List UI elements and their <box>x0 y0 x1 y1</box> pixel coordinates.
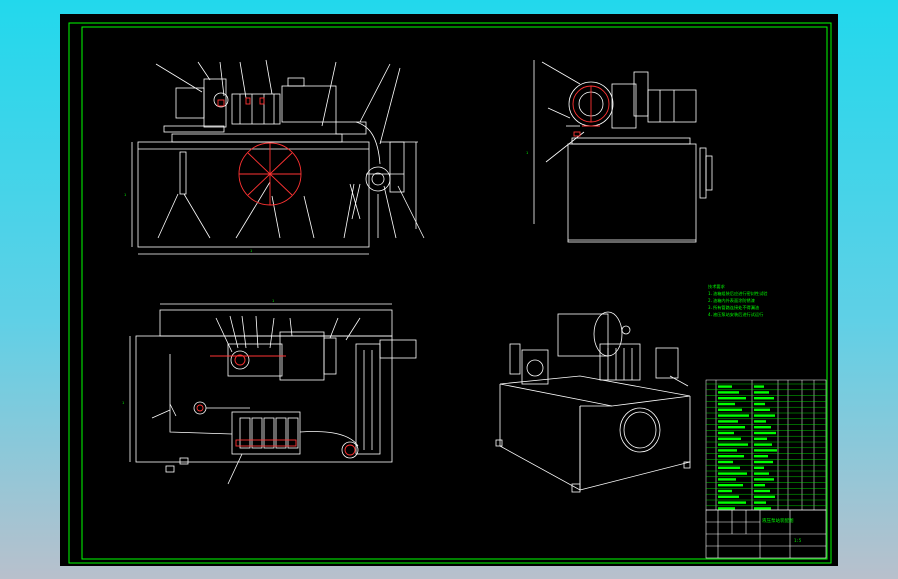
parts-list-entry <box>718 449 737 452</box>
parts-list-entry <box>754 501 766 504</box>
side-view <box>533 60 713 243</box>
parts-list-entry <box>718 495 739 498</box>
top-width-dim: 1 <box>272 299 274 303</box>
parts-list-entry <box>754 437 767 440</box>
side-height-dim: 1 <box>526 151 528 155</box>
parts-list-entry <box>718 437 741 440</box>
parts-list-entry <box>754 420 766 423</box>
parts-list-entry <box>754 489 770 493</box>
tech-note-4: 4.液压泵站安装后进行试运行 <box>708 311 763 318</box>
parts-list-entry <box>718 472 747 475</box>
parts-list-entry <box>754 466 764 469</box>
parts-list-entry <box>754 472 769 475</box>
parts-list-entry <box>754 495 775 498</box>
parts-list-entry <box>754 460 773 464</box>
side-view-accent <box>572 85 610 137</box>
parts-list-entry <box>754 455 768 458</box>
parts-list-entry <box>718 414 749 417</box>
parts-list-entry <box>718 443 748 446</box>
isometric-view <box>495 311 691 493</box>
parts-list-entry <box>754 507 771 510</box>
parts-list-entry <box>718 489 732 493</box>
parts-list-entry <box>718 460 733 464</box>
cad-drawing: 1 1 1 1 1 技术要求 1.油箱组装后应进行密封性试验 2.油箱内外表面涂… <box>68 22 832 564</box>
top-view-accent <box>196 354 356 456</box>
top-view <box>129 303 417 485</box>
parts-list-entry <box>754 443 772 446</box>
front-height-dim: 1 <box>124 193 126 197</box>
front-width-dim: 1 <box>250 249 252 253</box>
parts-list-entry <box>718 484 743 487</box>
front-view-accent <box>217 97 302 206</box>
parts-list-entry <box>754 408 770 411</box>
drawing-scale: 1:5 <box>794 538 802 543</box>
front-view-dims: 1 1 <box>124 193 252 253</box>
parts-list-entry <box>718 408 742 411</box>
parts-list-entry <box>718 455 744 458</box>
cad-viewport[interactable]: 1 1 1 1 1 技术要求 1.油箱组装后应进行密封性试验 2.油箱内外表面涂… <box>60 14 838 566</box>
title-block <box>705 509 827 559</box>
top-height-dim: 1 <box>122 401 124 405</box>
parts-list-entry <box>718 507 735 510</box>
parts-list-entry <box>754 391 769 394</box>
tech-note-1: 1.油箱组装后应进行密封性试验 <box>708 290 768 297</box>
parts-list-entry <box>754 478 774 481</box>
parts-list-entry <box>754 385 764 388</box>
parts-list-entry <box>718 397 746 400</box>
front-view <box>131 59 425 255</box>
parts-list-entry <box>718 466 740 469</box>
parts-list-rows <box>706 383 826 510</box>
drawing-title: 液压泵站装配图 <box>762 517 794 524</box>
tech-note-2: 2.油箱内外表面涂防锈漆 <box>708 297 755 304</box>
parts-list-entry <box>718 391 739 394</box>
parts-list-entry <box>754 484 765 487</box>
parts-list-entry <box>718 501 746 504</box>
parts-list-entry <box>754 414 775 417</box>
parts-list-entry <box>718 426 745 429</box>
parts-list-entry <box>718 385 732 388</box>
tech-notes: 技术要求 1.油箱组装后应进行密封性试验 2.油箱内外表面涂防锈漆 3.所有管路… <box>708 283 768 318</box>
parts-list-entry <box>754 426 771 429</box>
parts-list-entry <box>754 449 777 452</box>
parts-list-entry <box>754 397 774 400</box>
tech-note-3: 3.所有管路连接处不得漏油 <box>708 304 759 311</box>
parts-list-entry <box>718 478 736 481</box>
parts-list-entry <box>718 402 735 406</box>
parts-list-entry <box>718 431 734 435</box>
parts-list-entry <box>754 402 765 406</box>
parts-list-entry <box>718 420 738 423</box>
tech-note-title: 技术要求 <box>708 283 726 290</box>
parts-list-entry <box>754 431 776 435</box>
